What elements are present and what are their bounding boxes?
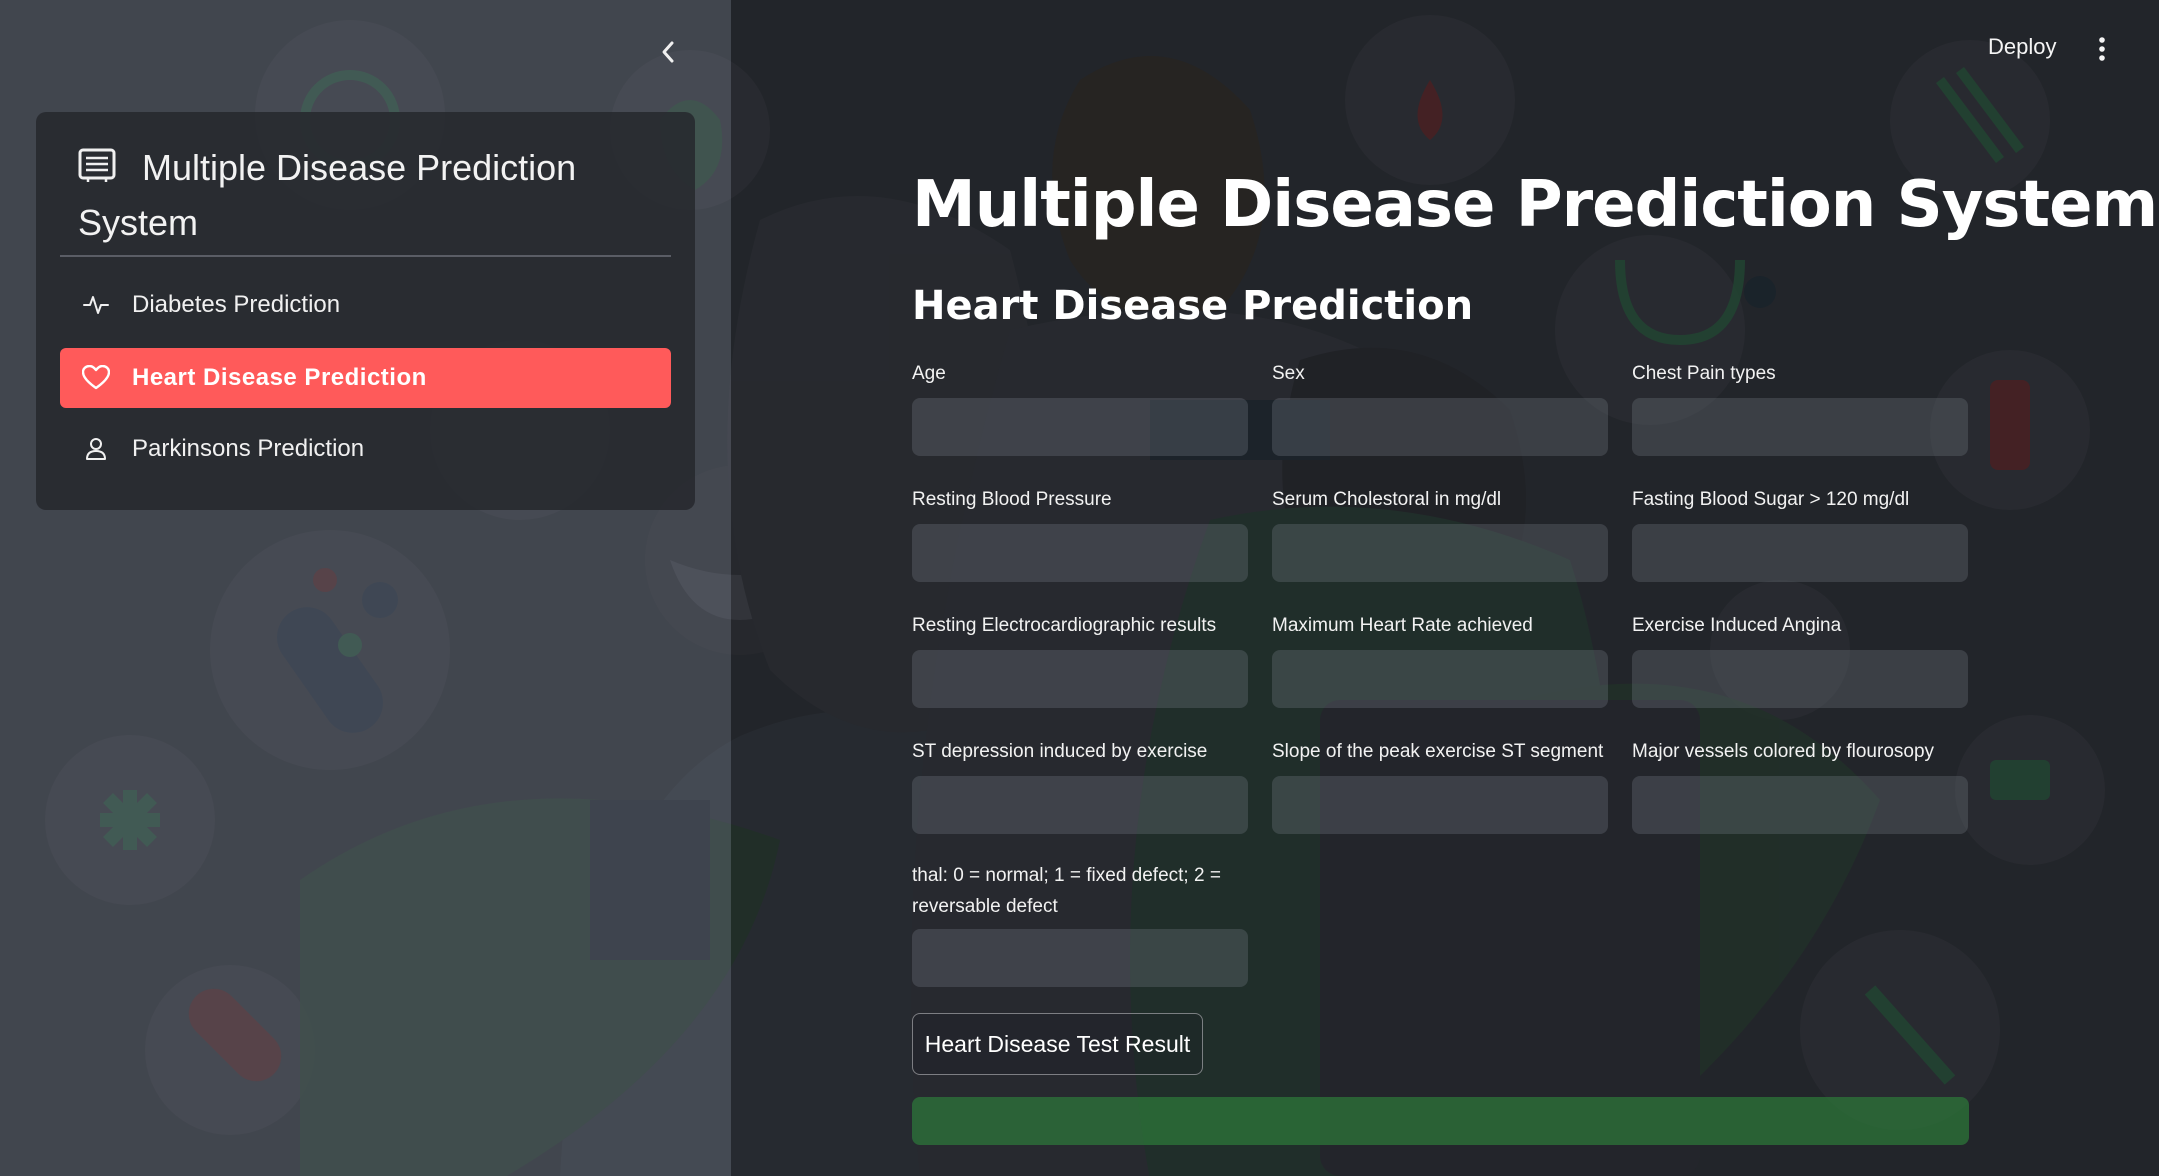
person-icon: [82, 435, 110, 463]
menu-title: Multiple Disease Prediction System: [78, 140, 658, 250]
sidebar: Multiple Disease Prediction System Diabe…: [0, 0, 731, 1176]
exercise-angina-input[interactable]: [1632, 650, 1968, 708]
field-label-major-vessels: Major vessels colored by flourosopy: [1632, 741, 1935, 762]
kebab-menu-icon[interactable]: [2092, 34, 2112, 64]
st-depression-input[interactable]: [912, 776, 1248, 834]
menu-item-label: Diabetes Prediction: [132, 291, 341, 318]
chest-pain-input[interactable]: [1632, 398, 1968, 456]
menu-divider: [60, 255, 671, 257]
restecg-input[interactable]: [912, 650, 1248, 708]
field-label-resting-bp: Resting Blood Pressure: [912, 489, 1112, 510]
app-window: Multiple Disease Prediction System Diabe…: [0, 0, 2159, 1176]
cholesterol-input[interactable]: [1272, 524, 1608, 582]
field-label-thal: thal: 0 = normal; 1 = fixed defect; 2 = …: [912, 865, 1221, 917]
deploy-button[interactable]: Deploy: [1988, 34, 2056, 60]
field-label-fasting-sugar: Fasting Blood Sugar > 120 mg/dl: [1632, 489, 1910, 510]
max-heart-rate-input[interactable]: [1272, 650, 1608, 708]
field-label-st-depression: ST depression induced by exercise: [912, 741, 1208, 762]
menu-title-text: Multiple Disease Prediction System: [78, 147, 577, 243]
field-label-age: Age: [912, 363, 946, 384]
menu-item-diabetes[interactable]: Diabetes Prediction: [60, 275, 671, 335]
page-subtitle: Heart Disease Prediction: [912, 283, 1474, 329]
field-label-exercise-angina: Exercise Induced Angina: [1632, 615, 1842, 636]
sex-input[interactable]: [1272, 398, 1608, 456]
field-label-max-heart-rate: Maximum Heart Rate achieved: [1272, 615, 1533, 636]
heart-disease-test-result-button[interactable]: Heart Disease Test Result: [912, 1013, 1203, 1075]
major-vessels-input[interactable]: [1632, 776, 1968, 834]
option-menu: Multiple Disease Prediction System Diabe…: [36, 112, 695, 510]
fasting-sugar-input[interactable]: [1632, 524, 1968, 582]
activity-icon: [82, 291, 110, 319]
field-label-st-slope: Slope of the peak exercise ST segment: [1272, 741, 1604, 762]
field-label-sex: Sex: [1272, 363, 1305, 384]
button-label: Heart Disease Test Result: [924, 1030, 1191, 1057]
field-label-restecg: Resting Electrocardiographic results: [912, 615, 1217, 636]
st-slope-input[interactable]: [1272, 776, 1608, 834]
field-label-cholesterol: Serum Cholestoral in mg/dl: [1272, 489, 1502, 510]
page-title: Multiple Disease Prediction System: [912, 168, 2158, 242]
chevron-left-icon: [662, 41, 674, 63]
heart-icon: [82, 364, 110, 392]
age-input[interactable]: [912, 398, 1248, 456]
result-alert: [912, 1097, 1969, 1145]
resting-bp-input[interactable]: [912, 524, 1248, 582]
list-icon: [78, 144, 118, 182]
field-label-chest-pain: Chest Pain types: [1632, 363, 1776, 384]
menu-item-heart-disease[interactable]: Heart Disease Prediction: [60, 348, 671, 408]
menu-item-label: Heart Disease Prediction: [132, 364, 427, 391]
thal-input[interactable]: [912, 929, 1248, 987]
collapse-sidebar-button[interactable]: [652, 34, 684, 70]
menu-item-label: Parkinsons Prediction: [132, 435, 365, 462]
menu-item-parkinsons[interactable]: Parkinsons Prediction: [60, 419, 671, 479]
